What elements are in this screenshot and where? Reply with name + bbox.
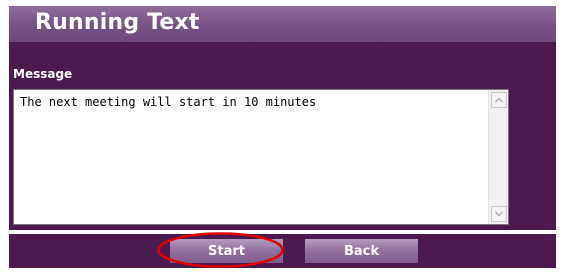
page-title: Running Text [35, 10, 200, 35]
message-input[interactable]: The next meeting will start in 10 minute… [14, 90, 488, 224]
chevron-down-icon [495, 211, 503, 217]
running-text-dialog: Running Text Message The next meeting wi… [9, 6, 556, 268]
start-button[interactable]: Start [170, 239, 283, 263]
title-bar: Running Text [9, 6, 556, 42]
message-panel: Message The next meeting will start in 1… [9, 42, 556, 230]
message-field: The next meeting will start in 10 minute… [13, 89, 509, 225]
scroll-up-button[interactable] [491, 92, 507, 108]
back-button[interactable]: Back [305, 239, 418, 263]
vertical-scrollbar[interactable] [488, 90, 508, 224]
chevron-up-icon [495, 97, 503, 103]
action-bar: Start Back [9, 234, 556, 268]
scroll-down-button[interactable] [491, 206, 507, 222]
message-label: Message [13, 67, 73, 81]
